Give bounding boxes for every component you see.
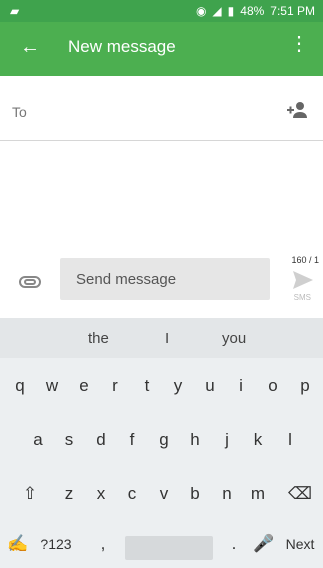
add-contact-icon[interactable] <box>285 100 309 120</box>
period-key[interactable]: . <box>222 534 246 554</box>
more-options-icon[interactable]: ⋮ <box>289 32 309 56</box>
key-s[interactable]: s <box>57 430 81 450</box>
key-c[interactable]: c <box>120 484 144 504</box>
suggestion-2[interactable]: I <box>165 330 169 347</box>
suggestion-strip: the I you <box>0 318 323 358</box>
key-b[interactable]: b <box>183 484 207 504</box>
key-q[interactable]: q <box>8 376 32 396</box>
key-l[interactable]: l <box>278 430 302 450</box>
next-key[interactable]: Next <box>280 536 320 552</box>
key-y[interactable]: y <box>166 376 190 396</box>
vibrate-icon: ◉ <box>195 4 207 18</box>
key-n[interactable]: n <box>215 484 239 504</box>
key-f[interactable]: f <box>120 430 144 450</box>
key-h[interactable]: h <box>183 430 207 450</box>
message-input[interactable]: Send message <box>60 258 270 300</box>
app-bar: ← New message ⋮ <box>0 22 323 76</box>
key-m[interactable]: m <box>246 484 270 504</box>
microphone-icon[interactable]: 🎤 <box>252 534 276 554</box>
suggestion-3[interactable]: you <box>222 330 246 347</box>
key-z[interactable]: z <box>57 484 81 504</box>
page-title: New message <box>68 37 176 56</box>
key-d[interactable]: d <box>89 430 113 450</box>
to-label: To <box>12 104 27 120</box>
keyboard: the I you q w e r t y u i o p a s d f g … <box>0 318 323 568</box>
key-k[interactable]: k <box>246 430 270 450</box>
key-a[interactable]: a <box>26 430 50 450</box>
recipient-row[interactable]: To <box>0 80 323 141</box>
compose-bar: Send message 160 / 1 SMS <box>0 255 323 310</box>
key-x[interactable]: x <box>89 484 113 504</box>
key-p[interactable]: p <box>293 376 317 396</box>
back-arrow-icon[interactable]: ← <box>20 36 40 58</box>
key-t[interactable]: t <box>135 376 159 396</box>
comma-key[interactable]: , <box>91 534 115 554</box>
message-placeholder: Send message <box>76 271 177 288</box>
sms-label: SMS <box>293 293 311 302</box>
key-j[interactable]: j <box>215 430 239 450</box>
handwriting-icon[interactable]: ✍ <box>6 534 30 554</box>
key-i[interactable]: i <box>229 376 253 396</box>
key-row-2: a s d f g h j k l <box>0 422 323 462</box>
key-g[interactable]: g <box>152 430 176 450</box>
key-w[interactable]: w <box>40 376 64 396</box>
key-u[interactable]: u <box>198 376 222 396</box>
symbols-key[interactable]: ?123 <box>30 536 82 552</box>
key-row-4: ✍ ?123 , . 🎤 Next <box>0 526 323 566</box>
spacebar[interactable] <box>125 536 213 560</box>
key-o[interactable]: o <box>261 376 285 396</box>
key-row-3: ⇧ z x c v b n m ⌫ <box>0 476 323 516</box>
status-time: 7:51 PM <box>270 4 315 18</box>
notification-icon: ▰ <box>10 4 20 18</box>
key-e[interactable]: e <box>72 376 96 396</box>
character-counter: 160 / 1 <box>291 255 319 265</box>
signal-icon: ◢ <box>212 4 222 18</box>
key-v[interactable]: v <box>152 484 176 504</box>
battery-icon: ▮ <box>227 4 235 18</box>
send-icon[interactable] <box>291 269 315 291</box>
shift-icon[interactable]: ⇧ <box>18 484 42 504</box>
attach-icon[interactable] <box>18 275 42 289</box>
backspace-icon[interactable]: ⌫ <box>288 484 312 504</box>
key-r[interactable]: r <box>103 376 127 396</box>
suggestion-1[interactable]: the <box>88 330 109 347</box>
battery-level: 48% <box>240 4 265 18</box>
key-row-1: q w e r t y u i o p <box>0 368 323 408</box>
status-bar: ▰ ◉ ◢ ▮ 48% 7:51 PM <box>0 0 323 22</box>
